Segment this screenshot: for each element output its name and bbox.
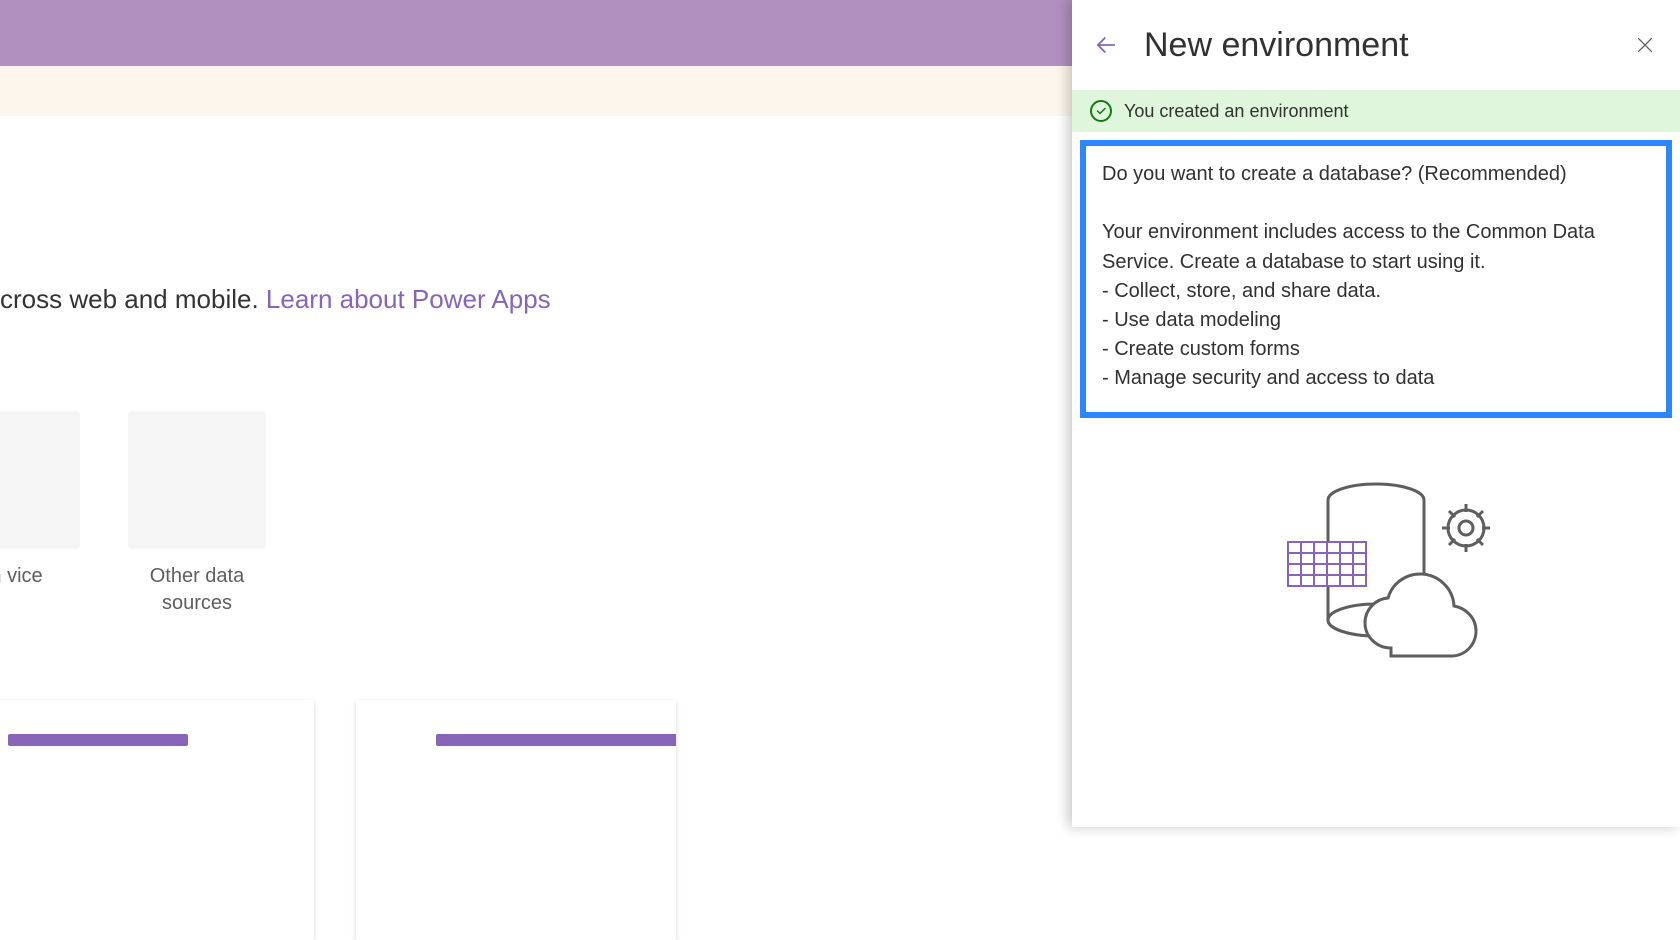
preview-row	[0, 700, 676, 940]
prompt-bullet: - Manage security and access to data	[1102, 364, 1650, 393]
card-common-data-service[interactable]: on vice	[0, 411, 80, 617]
prompt-question: Do you want to create a database? (Recom…	[1102, 160, 1650, 189]
preview-accent	[436, 734, 676, 746]
card-label: Other data sources	[128, 563, 266, 617]
arrow-left-icon	[1092, 31, 1120, 59]
card-other-data-sources[interactable]: Other data sources	[128, 411, 266, 617]
close-button[interactable]	[1634, 34, 1656, 56]
card-label: on vice	[0, 563, 43, 590]
prompt-bullet: - Use data modeling	[1102, 306, 1650, 335]
panel-header: New environment	[1072, 0, 1680, 90]
card-tile	[128, 411, 266, 549]
app-preview[interactable]	[356, 700, 676, 940]
create-database-prompt: Do you want to create a database? (Recom…	[1080, 140, 1672, 418]
card-grid: on vice Other data sources	[0, 411, 266, 617]
card-tile	[0, 411, 80, 549]
database-illustration	[1072, 478, 1680, 678]
hero-prefix: cross web and mobile.	[0, 284, 266, 314]
back-button[interactable]	[1092, 31, 1120, 59]
prompt-bullet: - Collect, store, and share data.	[1102, 277, 1650, 306]
learn-link[interactable]: Learn about Power Apps	[266, 284, 551, 314]
prompt-description: Your environment includes access to the …	[1102, 218, 1650, 276]
panel-title: New environment	[1144, 26, 1610, 65]
new-environment-panel: New environment You created an environme…	[1072, 0, 1680, 827]
prompt-bullet: - Create custom forms	[1102, 335, 1650, 364]
success-banner: You created an environment	[1072, 90, 1680, 132]
success-text: You created an environment	[1124, 101, 1349, 122]
preview-accent	[8, 734, 188, 746]
checkmark-icon	[1090, 100, 1112, 122]
app-preview[interactable]	[0, 700, 314, 940]
hero-text: cross web and mobile. Learn about Power …	[0, 284, 551, 315]
close-icon	[1634, 34, 1656, 56]
